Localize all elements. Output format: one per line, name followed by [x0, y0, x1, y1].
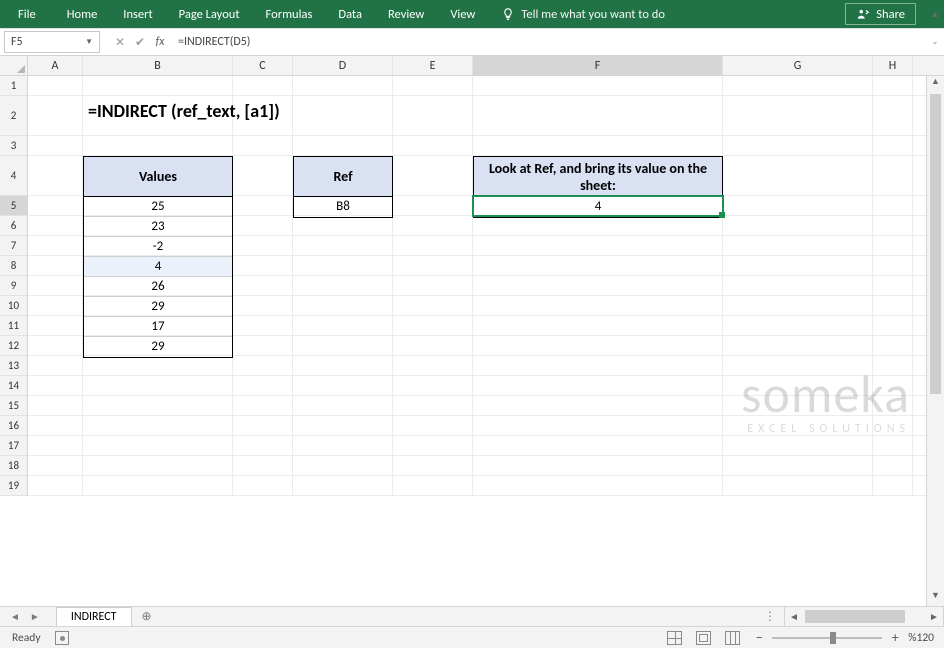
row-header-7[interactable]: 7 — [0, 236, 28, 256]
zoom-knob[interactable] — [830, 632, 836, 644]
row-header-12[interactable]: 12 — [0, 336, 28, 356]
lightbulb-icon — [501, 7, 515, 21]
view-page-layout-icon[interactable] — [696, 631, 711, 645]
sheet-tab-bar: ◄ ► INDIRECT ⊕ ⋮ ◄ ► — [0, 606, 944, 626]
col-header-A[interactable]: A — [28, 56, 83, 75]
result-box: Look at Ref, and bring its value on the … — [473, 156, 723, 218]
col-header-B[interactable]: B — [83, 56, 233, 75]
add-sheet-button[interactable]: ⊕ — [142, 607, 152, 626]
view-page-break-icon[interactable] — [725, 631, 740, 645]
values-table: Values 2523-2426291729 — [83, 156, 233, 358]
hscroll-thumb[interactable] — [805, 610, 905, 623]
tab-file[interactable]: File — [0, 0, 54, 28]
zoom-slider[interactable] — [772, 637, 882, 639]
horizontal-scrollbar[interactable]: ◄ ► — [784, 607, 944, 626]
formula-input[interactable]: =INDIRECT(D5) — [178, 35, 926, 49]
scroll-down-icon[interactable]: ▼ — [927, 590, 944, 606]
row-header-6[interactable]: 6 — [0, 216, 28, 236]
zoom-out-button[interactable]: − — [754, 629, 764, 646]
formula-bar: F5 ▼ ✕ ✔ fx =INDIRECT(D5) ⌄ — [0, 28, 944, 56]
tab-splitter-icon[interactable]: ⋮ — [756, 607, 784, 626]
row-header-15[interactable]: 15 — [0, 396, 28, 416]
tell-me[interactable]: Tell me what you want to do — [488, 0, 678, 28]
sheet-nav-next-icon[interactable]: ► — [30, 610, 40, 623]
col-header-H[interactable]: H — [873, 56, 913, 75]
row-header-19[interactable]: 19 — [0, 476, 28, 496]
vertical-scrollbar[interactable]: ▲ ▼ — [926, 76, 944, 606]
row-header-17[interactable]: 17 — [0, 436, 28, 456]
scroll-up-icon[interactable]: ▲ — [927, 76, 944, 92]
share-button[interactable]: Share — [845, 3, 916, 25]
chevron-down-icon[interactable]: ▼ — [85, 37, 93, 47]
values-cell[interactable]: 29 — [84, 297, 232, 317]
sheet-nav-prev-icon[interactable]: ◄ — [10, 610, 20, 623]
row-header-16[interactable]: 16 — [0, 416, 28, 436]
tab-home[interactable]: Home — [54, 0, 111, 28]
row-header-14[interactable]: 14 — [0, 376, 28, 396]
tab-formulas[interactable]: Formulas — [253, 0, 326, 28]
macro-record-icon[interactable] — [55, 631, 69, 645]
row-header-8[interactable]: 8 — [0, 256, 28, 276]
tab-insert[interactable]: Insert — [110, 0, 165, 28]
row-header-9[interactable]: 9 — [0, 276, 28, 296]
fx-icon[interactable]: fx — [150, 35, 170, 49]
ref-value-cell[interactable]: B8 — [294, 197, 392, 217]
share-label: Share — [876, 7, 905, 22]
status-bar: Ready − + %120 — [0, 626, 944, 648]
row-header-13[interactable]: 13 — [0, 356, 28, 376]
vscroll-thumb[interactable] — [930, 94, 941, 394]
row-header-11[interactable]: 11 — [0, 316, 28, 336]
zoom-label[interactable]: %120 — [908, 631, 934, 645]
accept-formula-icon[interactable]: ✔ — [130, 35, 150, 50]
worksheet-grid[interactable]: ABCDEFGH 12345678910111213141516171819 =… — [0, 56, 944, 606]
result-value-cell[interactable]: 4 — [474, 197, 722, 217]
ref-header: Ref — [294, 157, 392, 197]
person-share-icon — [856, 7, 870, 21]
zoom-in-button[interactable]: + — [890, 629, 900, 646]
ref-table: Ref B8 — [293, 156, 393, 218]
row-header-2[interactable]: 2 — [0, 96, 28, 136]
zoom-control[interactable]: − + %120 — [754, 629, 934, 646]
formula-expand-icon[interactable]: ⌄ — [926, 37, 944, 47]
tab-page-layout[interactable]: Page Layout — [166, 0, 253, 28]
col-header-E[interactable]: E — [393, 56, 473, 75]
values-cell[interactable]: 23 — [84, 217, 232, 237]
col-header-F[interactable]: F — [473, 56, 723, 75]
col-header-G[interactable]: G — [723, 56, 873, 75]
page-title: =INDIRECT (ref_text, [a1]) — [88, 100, 280, 122]
col-header-C[interactable]: C — [233, 56, 293, 75]
name-box[interactable]: F5 ▼ — [4, 31, 100, 53]
tab-review[interactable]: Review — [375, 0, 437, 28]
values-header: Values — [84, 157, 232, 197]
values-cell[interactable]: 26 — [84, 277, 232, 297]
result-header: Look at Ref, and bring its value on the … — [474, 157, 722, 197]
row-header-5[interactable]: 5 — [0, 196, 28, 216]
ribbon: File Home Insert Page Layout Formulas Da… — [0, 0, 944, 28]
scroll-left-icon[interactable]: ◄ — [785, 610, 803, 623]
values-cell[interactable]: 17 — [84, 317, 232, 337]
select-all-corner[interactable] — [0, 56, 28, 75]
row-header-4[interactable]: 4 — [0, 156, 28, 196]
row-header-18[interactable]: 18 — [0, 456, 28, 476]
scroll-right-icon[interactable]: ► — [925, 610, 943, 623]
values-cell[interactable]: 4 — [84, 257, 232, 277]
cancel-formula-icon[interactable]: ✕ — [110, 35, 130, 50]
values-cell[interactable]: 29 — [84, 337, 232, 357]
values-cell[interactable]: -2 — [84, 237, 232, 257]
ribbon-collapse-icon[interactable]: ▲ — [926, 0, 944, 28]
name-box-value: F5 — [11, 35, 23, 49]
row-header-3[interactable]: 3 — [0, 136, 28, 156]
tell-me-label: Tell me what you want to do — [521, 7, 665, 22]
values-cell[interactable]: 25 — [84, 197, 232, 217]
tab-view[interactable]: View — [437, 0, 488, 28]
row-header-1[interactable]: 1 — [0, 76, 28, 96]
row-header-10[interactable]: 10 — [0, 296, 28, 316]
col-header-D[interactable]: D — [293, 56, 393, 75]
sheet-tab-indirect[interactable]: INDIRECT — [56, 607, 132, 626]
status-ready: Ready — [0, 631, 53, 645]
tab-data[interactable]: Data — [325, 0, 375, 28]
view-normal-icon[interactable] — [667, 631, 682, 645]
